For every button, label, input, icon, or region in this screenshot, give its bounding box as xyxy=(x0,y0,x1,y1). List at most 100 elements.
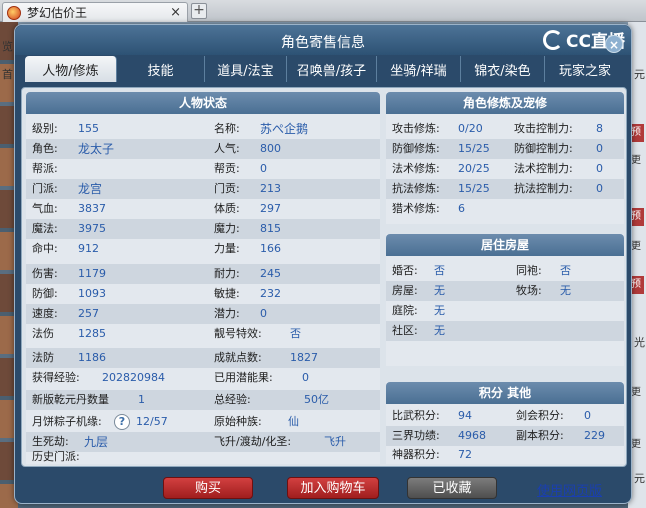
stat-row: 新版乾元丹数量 1 总经验: 50亿 xyxy=(26,390,380,410)
stat-value: 257 xyxy=(78,307,99,320)
points-value: 0 xyxy=(584,409,591,422)
housing-row: 庭院: 无 xyxy=(386,301,624,321)
background-text: 元 xyxy=(634,472,645,485)
stat-row: 法伤 1285 靓号特效: 否 xyxy=(26,324,380,344)
stat-value: 0 xyxy=(260,162,267,175)
points-label: 副本积分: xyxy=(516,429,564,442)
role-sale-dialog: 角色寄售信息 CC直播 × 人物/修炼 技能 道具/法宝 召唤兽/孩子 坐骑/祥… xyxy=(14,24,632,504)
points-row: 三界功绩: 4968 副本积分: 229 xyxy=(386,426,624,446)
stat-label: 法伤 xyxy=(32,327,54,340)
stat-label: 靓号特效: xyxy=(214,327,262,340)
stat-value: 213 xyxy=(260,182,281,195)
cultivation-header: 角色修炼及宠修 xyxy=(386,92,624,114)
cultivation-row: 法术修炼: 20/25 法术控制力: 0 xyxy=(386,159,624,179)
dialog-close-button[interactable]: × xyxy=(605,35,623,53)
background-text: 览 xyxy=(2,40,13,53)
housing-value: 否 xyxy=(560,264,571,277)
tab-mounts[interactable]: 坐骑/祥瑞 xyxy=(377,56,461,82)
stat-value: 166 xyxy=(260,242,281,255)
cultivation-row: 猎术修炼: 6 xyxy=(386,199,624,219)
stat-label: 命中: xyxy=(32,242,58,255)
stat-row: 帮派: 帮贡: 0 xyxy=(26,159,380,179)
tab-close-icon[interactable]: × xyxy=(170,5,181,20)
cultivation-value: 6 xyxy=(458,202,465,215)
cultivation-label: 抗法控制力: xyxy=(514,182,573,195)
stat-label: 门贡: xyxy=(214,182,240,195)
stat-row: 角色: 龙太子 人气: 800 xyxy=(26,139,380,159)
stat-row: 生死劫: 九层 飞升/渡劫/化圣: 飞升 xyxy=(26,432,380,452)
web-version-link[interactable]: 使用网页版 xyxy=(537,480,602,499)
tab-player-home[interactable]: 玩家之家 xyxy=(545,56,625,82)
cultivation-label: 防御控制力: xyxy=(514,142,573,155)
stat-value: 1093 xyxy=(78,287,106,300)
stat-label: 魔法: xyxy=(32,222,58,235)
stat-row: 获得经验: 202820984 已用潜能果: 0 xyxy=(26,368,380,388)
stat-label: 角色: xyxy=(32,142,58,155)
housing-row: 婚否: 否 同袍: 否 xyxy=(386,261,624,281)
housing-value: 无 xyxy=(434,284,445,297)
stat-label: 获得经验: xyxy=(32,371,80,384)
help-icon[interactable]: ? xyxy=(114,414,130,430)
cultivation-label: 攻击修炼: xyxy=(392,122,440,135)
cultivation-label: 防御修炼: xyxy=(392,142,440,155)
add-to-cart-button[interactable]: 加入购物车 xyxy=(287,477,379,499)
stat-label: 体质: xyxy=(214,202,240,215)
stat-value: 0 xyxy=(302,371,309,384)
stat-value: 苏ぺ企鹅 xyxy=(260,122,309,136)
points-value: 4968 xyxy=(458,429,486,442)
cultivation-value: 15/25 xyxy=(458,142,490,155)
stat-value: 1179 xyxy=(78,267,106,280)
stat-row: 命中: 912 力量: 166 xyxy=(26,239,380,259)
cultivation-row: 防御修炼: 15/25 防御控制力: 0 xyxy=(386,139,624,159)
tab-skills[interactable]: 技能 xyxy=(117,56,205,82)
buy-button[interactable]: 购买 xyxy=(163,477,253,499)
background-text: 光 xyxy=(634,336,645,349)
housing-label: 社区: xyxy=(392,324,418,337)
tab-outfits[interactable]: 锦衣/染色 xyxy=(461,56,545,82)
tab-pets[interactable]: 召唤兽/孩子 xyxy=(287,56,377,82)
stat-label: 耐力: xyxy=(214,267,240,280)
stat-row: 级别: 155 名称: 苏ぺ企鹅 xyxy=(26,119,380,139)
points-row: 神器积分: 72 xyxy=(386,446,624,464)
new-tab-button[interactable]: + xyxy=(191,3,207,19)
background-text: 首 xyxy=(2,68,13,81)
tab-character[interactable]: 人物/修炼 xyxy=(25,56,117,82)
housing-label: 牧场: xyxy=(516,284,542,297)
housing-row: 房屋: 无 牧场: 无 xyxy=(386,281,624,301)
stat-label: 成就点数: xyxy=(214,351,262,364)
stat-label: 新版乾元丹数量 xyxy=(32,393,109,406)
tab-items[interactable]: 道具/法宝 xyxy=(205,56,287,82)
stat-label: 气血: xyxy=(32,202,58,215)
stat-value: 九层 xyxy=(84,435,109,449)
cultivation-value: 0 xyxy=(596,182,603,195)
stat-value: 815 xyxy=(260,222,281,235)
points-panel: 积分 其他 比武积分: 94 剑会积分: 0 三界功绩: 4968 副本积分: … xyxy=(386,382,624,464)
favorited-button[interactable]: 已收藏 xyxy=(407,477,497,499)
browser-tab[interactable]: 梦幻估价王 × xyxy=(2,2,188,22)
stat-label: 飞升/渡劫/化圣: xyxy=(214,435,292,448)
cultivation-value: 8 xyxy=(596,122,603,135)
stat-label: 速度: xyxy=(32,307,58,320)
stat-label: 总经验: xyxy=(214,393,251,406)
cultivation-label: 法术修炼: xyxy=(392,162,440,175)
points-value: 72 xyxy=(458,448,472,461)
stat-value: 297 xyxy=(260,202,281,215)
stat-label: 原始种族: xyxy=(214,415,262,428)
stat-label: 人气: xyxy=(214,142,240,155)
stat-value: 仙 xyxy=(288,415,299,428)
housing-value: 否 xyxy=(434,264,445,277)
points-value: 94 xyxy=(458,409,472,422)
points-label: 剑会积分: xyxy=(516,409,564,422)
stat-label: 生死劫: xyxy=(32,435,69,448)
housing-value: 无 xyxy=(434,324,445,337)
stat-label: 门派: xyxy=(32,182,58,195)
stat-value: 否 xyxy=(290,327,301,340)
housing-header: 居住房屋 xyxy=(386,234,624,256)
housing-label: 婚否: xyxy=(392,264,418,277)
browser-tabstrip: 梦幻估价王 × + xyxy=(0,0,646,22)
content-area: 人物状态 级别: 155 名称: 苏ぺ企鹅 角色: 龙太子 人气: 800 帮派… xyxy=(21,87,627,467)
cultivation-value: 0 xyxy=(596,142,603,155)
stat-value: 1186 xyxy=(78,351,106,364)
favicon-icon xyxy=(7,5,21,20)
stat-label: 级别: xyxy=(32,122,58,135)
